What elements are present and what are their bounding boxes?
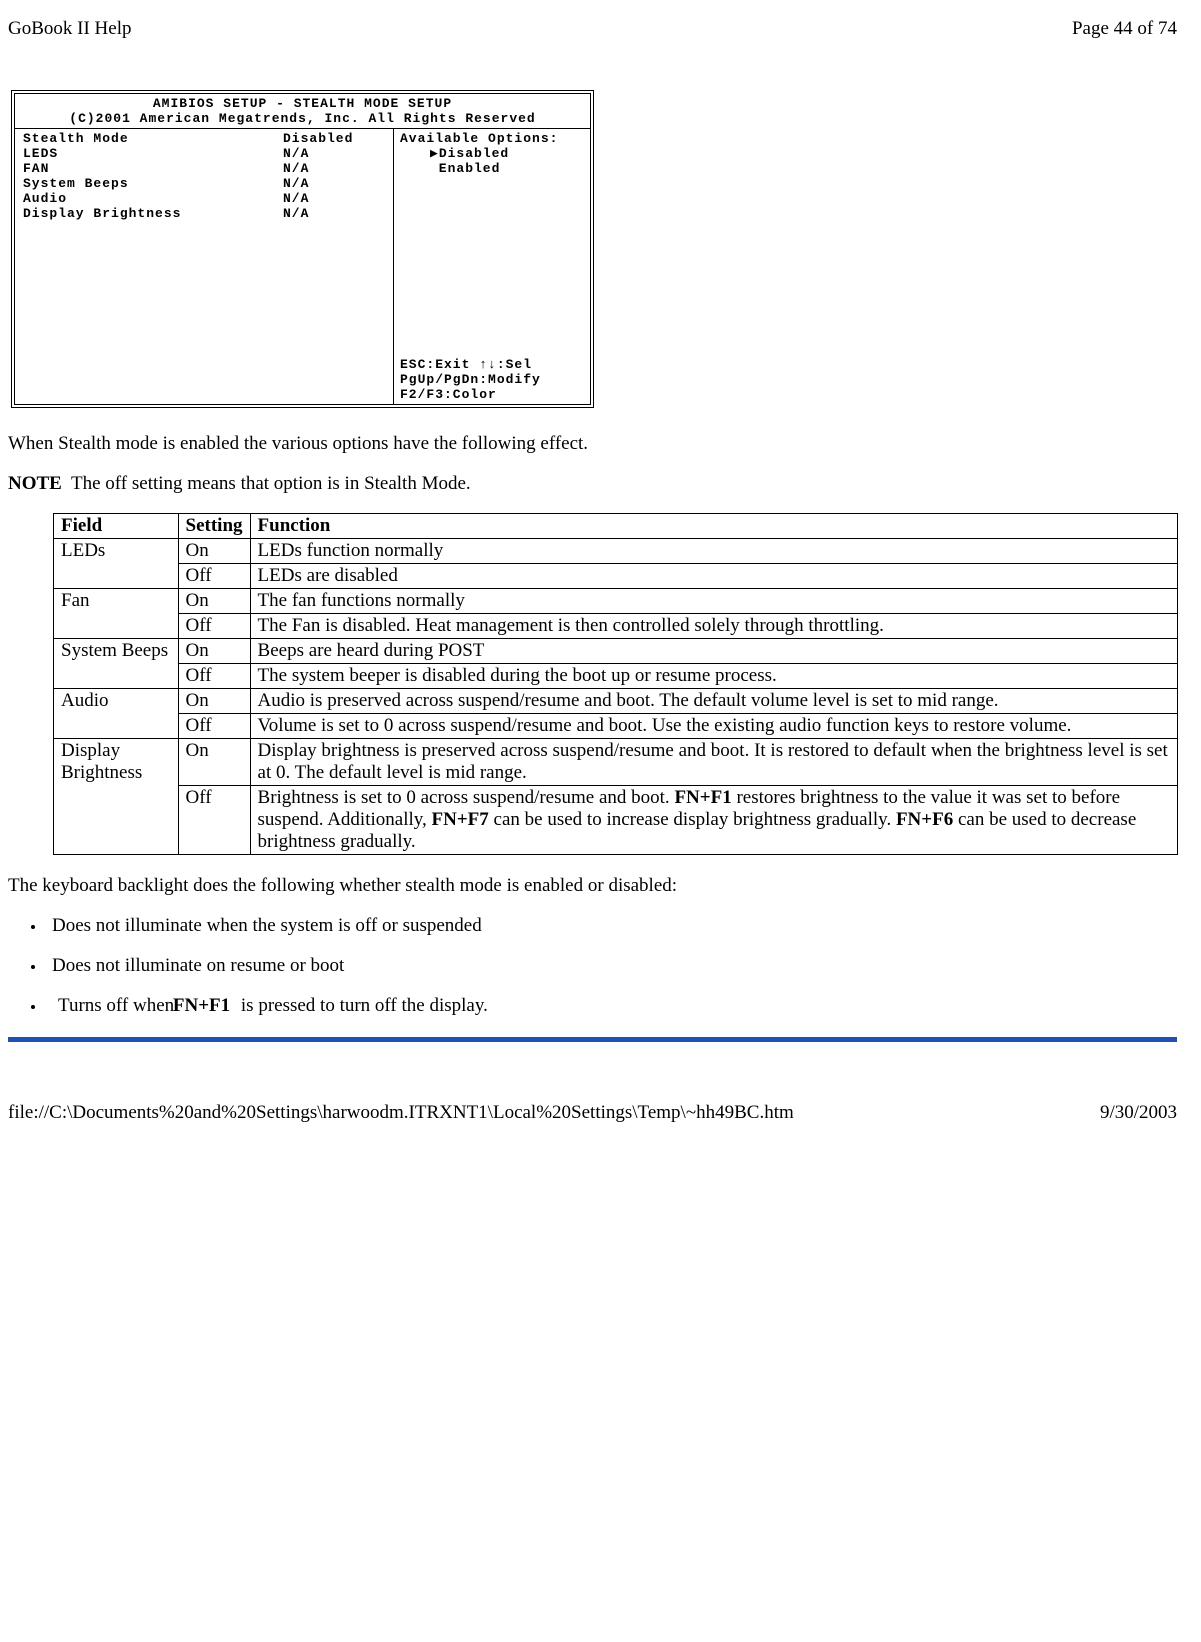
bios-title: AMIBIOS SETUP - STEALTH MODE SETUP (C)20… — [15, 94, 590, 129]
table-row: Off Brightness is set to 0 across suspen… — [54, 786, 1178, 855]
table-row: Display BrightnessOnDisplay brightness i… — [54, 739, 1178, 786]
table-row: OffVolume is set to 0 across suspend/res… — [54, 714, 1178, 739]
table-row: System BeepsOnBeeps are heard during POS… — [54, 639, 1178, 664]
bios-key-help: ESC:Exit ↑↓:Sel PgUp/PgDn:Modify F2/F3:C… — [400, 357, 541, 402]
col-function: Function — [250, 514, 1177, 539]
bios-body: Stealth ModeDisabled LEDSN/A FANN/A Syst… — [15, 129, 590, 404]
table-row: FanOnThe fan functions normally — [54, 589, 1178, 614]
bios-row: Stealth ModeDisabled — [23, 131, 393, 146]
stealth-options-table: Field Setting Function LEDsOnLEDs functi… — [53, 513, 1178, 855]
table-row: LEDsOnLEDs function normally — [54, 539, 1178, 564]
table-row: OffThe system beeper is disabled during … — [54, 664, 1178, 689]
table-row: AudioOnAudio is preserved across suspend… — [54, 689, 1178, 714]
page-number: Page 44 of 74 — [1072, 18, 1177, 40]
list-item: Does not illuminate on resume or boot — [46, 955, 1177, 977]
col-setting: Setting — [178, 514, 250, 539]
brightness-off-cell: Brightness is set to 0 across suspend/re… — [250, 786, 1177, 855]
option-enabled: Enabled — [400, 161, 584, 176]
bios-row: FANN/A — [23, 161, 393, 176]
col-field: Field — [54, 514, 179, 539]
bios-title-line1: AMIBIOS SETUP - STEALTH MODE SETUP — [15, 96, 590, 111]
bios-row: System BeepsN/A — [23, 176, 393, 191]
section-divider — [8, 1037, 1177, 1042]
page-header: GoBook II Help Page 44 of 74 — [8, 18, 1177, 40]
note-label: NOTE — [8, 473, 62, 494]
doc-title: GoBook II Help — [8, 18, 131, 40]
table-row: OffThe Fan is disabled. Heat management … — [54, 614, 1178, 639]
option-disabled: ▶Disabled — [400, 146, 584, 161]
bios-options-panel: Available Options: ▶Disabled Enabled ESC… — [394, 129, 590, 404]
bios-title-line2: (C)2001 American Megatrends, Inc. All Ri… — [15, 111, 590, 126]
bios-row: Display BrightnessN/A — [23, 206, 393, 221]
file-path: file://C:\Documents%20and%20Settings\har… — [8, 1102, 794, 1124]
list-item: Does not illuminate when the system is o… — [46, 915, 1177, 937]
backlight-paragraph: The keyboard backlight does the followin… — [8, 875, 1177, 897]
list-item: Turns off when FN+F1 is pressed to turn … — [46, 995, 1177, 1017]
bios-screenshot: AMIBIOS SETUP - STEALTH MODE SETUP (C)20… — [11, 90, 594, 408]
backlight-list: Does not illuminate when the system is o… — [8, 915, 1177, 1017]
bios-row: AudioN/A — [23, 191, 393, 206]
bios-row: LEDSN/A — [23, 146, 393, 161]
options-title: Available Options: — [400, 131, 584, 146]
intro-paragraph: When Stealth mode is enabled the various… — [8, 433, 1177, 455]
table-header-row: Field Setting Function — [54, 514, 1178, 539]
page-footer: file://C:\Documents%20and%20Settings\har… — [8, 1102, 1177, 1124]
bios-settings-panel: Stealth ModeDisabled LEDSN/A FANN/A Syst… — [15, 129, 394, 404]
note-paragraph: NOTE The off setting means that option i… — [8, 473, 1177, 495]
table-row: OffLEDs are disabled — [54, 564, 1178, 589]
print-date: 9/30/2003 — [1100, 1102, 1177, 1124]
